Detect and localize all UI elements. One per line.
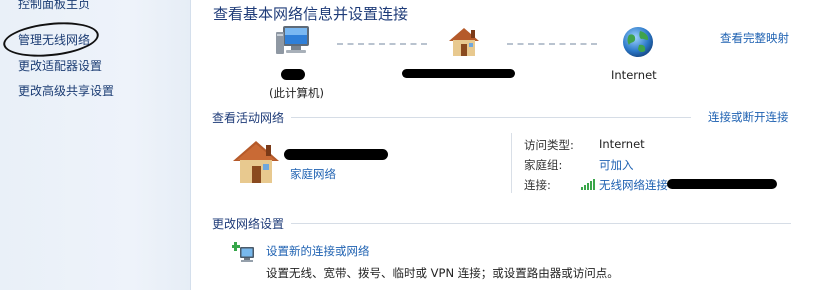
globe-icon bbox=[623, 27, 653, 57]
computer-sub-label: (此计算机) bbox=[269, 86, 324, 100]
homegroup-link[interactable]: 可加入 bbox=[599, 157, 634, 173]
wireless-connection-link[interactable]: 无线网络连接 bbox=[599, 177, 668, 193]
access-type-label: 访问类型: bbox=[524, 138, 574, 152]
homegroup-label: 家庭组: bbox=[524, 158, 563, 172]
home-network-icon bbox=[233, 141, 279, 183]
internet-label: Internet bbox=[611, 68, 657, 82]
connect-disconnect-link[interactable]: 连接或断开连接 bbox=[708, 109, 789, 125]
access-type-value: Internet bbox=[599, 137, 645, 151]
section-divider bbox=[291, 117, 691, 118]
redacted-connection-name bbox=[667, 179, 777, 189]
sidebar-item-adapter-settings[interactable]: 更改适配器设置 bbox=[18, 57, 102, 74]
active-networks-title: 查看活动网络 bbox=[212, 111, 285, 125]
sidebar-item-control-panel-home[interactable]: 控制面板主页 bbox=[18, 0, 90, 12]
network-type-link[interactable]: 家庭网络 bbox=[290, 166, 336, 182]
vertical-separator bbox=[511, 133, 512, 193]
redacted-computer-name bbox=[281, 69, 305, 80]
connection-label: 连接: bbox=[524, 178, 551, 192]
computer-icon bbox=[276, 26, 309, 54]
connector-line bbox=[337, 43, 427, 45]
sidebar: 控制面板主页 管理无线网络 更改适配器设置 更改高级共享设置 bbox=[0, 0, 191, 290]
page-title: 查看基本网络信息并设置连接 bbox=[213, 5, 409, 23]
sidebar-item-advanced-sharing[interactable]: 更改高级共享设置 bbox=[18, 82, 114, 99]
change-settings-title: 更改网络设置 bbox=[212, 217, 285, 231]
setup-connection-icon bbox=[232, 242, 254, 262]
redacted-active-network-name bbox=[284, 149, 388, 160]
house-icon bbox=[449, 28, 479, 56]
connector-line bbox=[507, 43, 597, 45]
setup-description: 设置无线、宽带、拨号、临时或 VPN 连接；或设置路由器或访问点。 bbox=[266, 266, 619, 280]
redacted-network-name bbox=[402, 69, 515, 78]
sidebar-item-manage-wireless[interactable]: 管理无线网络 bbox=[18, 31, 90, 48]
setup-new-connection-link[interactable]: 设置新的连接或网络 bbox=[266, 243, 370, 259]
wifi-signal-icon bbox=[581, 179, 595, 190]
view-full-map-link[interactable]: 查看完整映射 bbox=[720, 30, 789, 46]
section-divider bbox=[291, 223, 791, 224]
main-panel: 查看基本网络信息并设置连接 查看完整映射 (此计算机) Internet 查看活… bbox=[191, 0, 832, 290]
